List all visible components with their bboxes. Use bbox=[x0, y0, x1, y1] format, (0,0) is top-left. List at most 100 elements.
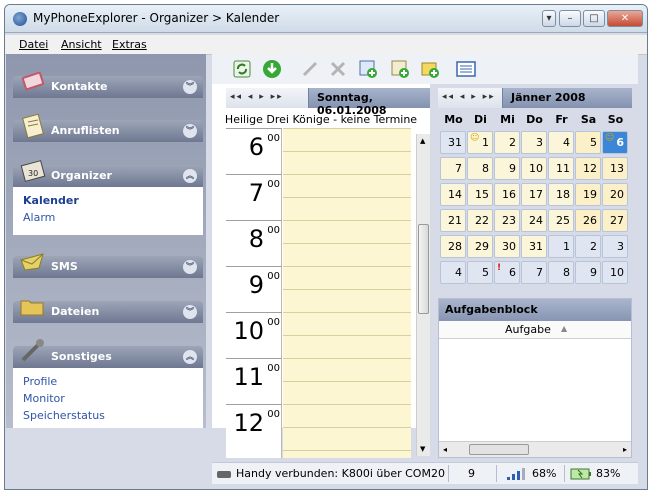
time-slot[interactable] bbox=[283, 151, 411, 152]
calendar-day[interactable]: 7 bbox=[521, 261, 547, 284]
sidebar-section-anruflisten[interactable]: Anruflisten ︾ bbox=[13, 113, 203, 142]
new-task-icon[interactable] bbox=[420, 59, 440, 79]
calendar-day[interactable]: 5 bbox=[575, 131, 601, 154]
collapse-chevron-icon[interactable]: ︽ bbox=[183, 350, 197, 364]
time-slot[interactable] bbox=[283, 243, 411, 244]
refresh-icon[interactable] bbox=[232, 59, 252, 79]
time-slot[interactable] bbox=[283, 335, 411, 336]
time-slot[interactable] bbox=[283, 128, 411, 129]
calendar-day[interactable]: 7 bbox=[440, 157, 466, 180]
time-slot[interactable] bbox=[283, 197, 411, 198]
window-menu-button[interactable]: ▾ bbox=[542, 10, 556, 27]
calendar-day[interactable]: 31 bbox=[521, 235, 547, 258]
column-aufgabe[interactable]: Aufgabe bbox=[505, 323, 551, 336]
sidebar-section-sms[interactable]: SMS ︾ bbox=[13, 253, 203, 278]
task-column-header[interactable]: Aufgabe ▲ bbox=[439, 321, 631, 339]
calendar-day[interactable]: 13 bbox=[602, 157, 628, 180]
expand-chevron-icon[interactable]: ︾ bbox=[183, 260, 197, 274]
calendar-day[interactable]: 30 bbox=[494, 235, 520, 258]
calendar-day[interactable]: 27 bbox=[602, 209, 628, 232]
menu-ansicht[interactable]: Ansicht bbox=[61, 38, 102, 51]
download-icon[interactable] bbox=[262, 59, 282, 79]
day-scrollbar[interactable]: ▲ ▼ bbox=[416, 134, 430, 456]
calendar-day[interactable]: 6 ☺ bbox=[602, 131, 628, 154]
sidebar-item-alarm[interactable]: Alarm bbox=[23, 211, 55, 224]
delete-icon[interactable] bbox=[328, 59, 348, 79]
calendar-day[interactable]: 3 bbox=[521, 131, 547, 154]
sidebar-item-speicherstatus[interactable]: Speicherstatus bbox=[23, 409, 105, 422]
calendar-day[interactable]: 8 bbox=[548, 261, 574, 284]
calendar-day[interactable]: 3 bbox=[602, 235, 628, 258]
time-slot[interactable] bbox=[283, 174, 411, 175]
new-note-icon[interactable] bbox=[390, 59, 410, 79]
sidebar-item-profile[interactable]: Profile bbox=[23, 375, 57, 388]
calendar-day[interactable]: 23 bbox=[494, 209, 520, 232]
time-slot[interactable] bbox=[283, 358, 411, 359]
menu-datei[interactable]: Datei bbox=[19, 38, 48, 51]
list-view-icon[interactable] bbox=[456, 59, 476, 79]
calendar-day[interactable]: 25 bbox=[548, 209, 574, 232]
time-slot[interactable] bbox=[283, 289, 411, 290]
calendar-day[interactable]: 9 bbox=[494, 157, 520, 180]
expand-chevron-icon[interactable]: ︾ bbox=[183, 80, 197, 94]
calendar-day[interactable]: 16 bbox=[494, 183, 520, 206]
new-appointment-icon[interactable] bbox=[358, 59, 378, 79]
scroll-up-icon[interactable]: ▲ bbox=[420, 137, 425, 145]
calendar-day[interactable]: 20 bbox=[602, 183, 628, 206]
time-slot[interactable] bbox=[283, 266, 411, 267]
calendar-day[interactable]: 9 bbox=[575, 261, 601, 284]
calendar-day[interactable]: 10 bbox=[521, 157, 547, 180]
calendar-day[interactable]: 12 bbox=[575, 157, 601, 180]
calendar-day[interactable]: 6! bbox=[494, 261, 520, 284]
calendar-day[interactable]: 26 bbox=[575, 209, 601, 232]
time-slot[interactable] bbox=[283, 427, 411, 428]
calendar-day[interactable]: 29 bbox=[467, 235, 493, 258]
calendar-day[interactable]: 31 bbox=[440, 131, 466, 154]
calendar-day[interactable]: 10 bbox=[602, 261, 628, 284]
sidebar-section-kontakte[interactable]: Kontakte ︾ bbox=[13, 71, 203, 98]
expand-chevron-icon[interactable]: ︾ bbox=[183, 124, 197, 138]
time-slots[interactable] bbox=[283, 128, 411, 458]
calendar-day[interactable]: 1 bbox=[548, 235, 574, 258]
close-button[interactable]: ✕ bbox=[607, 10, 643, 27]
calendar-day[interactable]: 1 ☺ bbox=[467, 131, 493, 154]
maximize-button[interactable]: □ bbox=[583, 10, 605, 27]
calendar-day[interactable]: 28 bbox=[440, 235, 466, 258]
scroll-thumb[interactable] bbox=[418, 224, 429, 314]
month-nav-arrows[interactable]: ◂◂ ◂ ▸ ▸▸ bbox=[442, 92, 496, 102]
scroll-right-icon[interactable]: ▸ bbox=[623, 445, 627, 454]
expand-chevron-icon[interactable]: ︾ bbox=[183, 305, 197, 319]
time-slot[interactable] bbox=[283, 381, 411, 382]
sidebar-section-sonstiges[interactable]: Sonstiges ︽ bbox=[13, 339, 203, 368]
calendar-day[interactable]: 14 bbox=[440, 183, 466, 206]
collapse-chevron-icon[interactable]: ︽ bbox=[183, 169, 197, 183]
calendar-day[interactable]: 19 bbox=[575, 183, 601, 206]
calendar-day[interactable]: 11 bbox=[548, 157, 574, 180]
calendar-day[interactable]: 18 bbox=[548, 183, 574, 206]
calendar-day[interactable]: 15 bbox=[467, 183, 493, 206]
menu-extras[interactable]: Extras bbox=[112, 38, 147, 51]
calendar-day[interactable]: 4 bbox=[440, 261, 466, 284]
scroll-down-icon[interactable]: ▼ bbox=[420, 445, 425, 453]
calendar-day[interactable]: 5 bbox=[467, 261, 493, 284]
calendar-day[interactable]: 2 bbox=[575, 235, 601, 258]
calendar-day[interactable]: 21 bbox=[440, 209, 466, 232]
calendar-day[interactable]: 24 bbox=[521, 209, 547, 232]
calendar-day[interactable]: 22 bbox=[467, 209, 493, 232]
calendar-day[interactable]: 2 bbox=[494, 131, 520, 154]
time-slot[interactable] bbox=[283, 404, 411, 405]
calendar-day[interactable]: 17 bbox=[521, 183, 547, 206]
sidebar-section-organizer[interactable]: 30 Organizer ︽ bbox=[13, 160, 203, 187]
calendar-day[interactable]: 8 bbox=[467, 157, 493, 180]
scroll-left-icon[interactable]: ◂ bbox=[443, 445, 447, 454]
sidebar-item-monitor[interactable]: Monitor bbox=[23, 392, 65, 405]
minimize-button[interactable]: – bbox=[559, 10, 581, 27]
task-hscrollbar[interactable]: ◂ ▸ bbox=[439, 441, 631, 457]
calendar-day[interactable]: 4 bbox=[548, 131, 574, 154]
day-nav-arrows[interactable]: ◂◂ ◂ ▸ ▸▸ bbox=[230, 92, 284, 102]
time-slot[interactable] bbox=[283, 312, 411, 313]
time-slot[interactable] bbox=[283, 220, 411, 221]
time-slot[interactable] bbox=[283, 450, 411, 451]
sidebar-item-kalender[interactable]: Kalender bbox=[23, 194, 79, 207]
sidebar-section-dateien[interactable]: Dateien ︾ bbox=[13, 300, 203, 323]
